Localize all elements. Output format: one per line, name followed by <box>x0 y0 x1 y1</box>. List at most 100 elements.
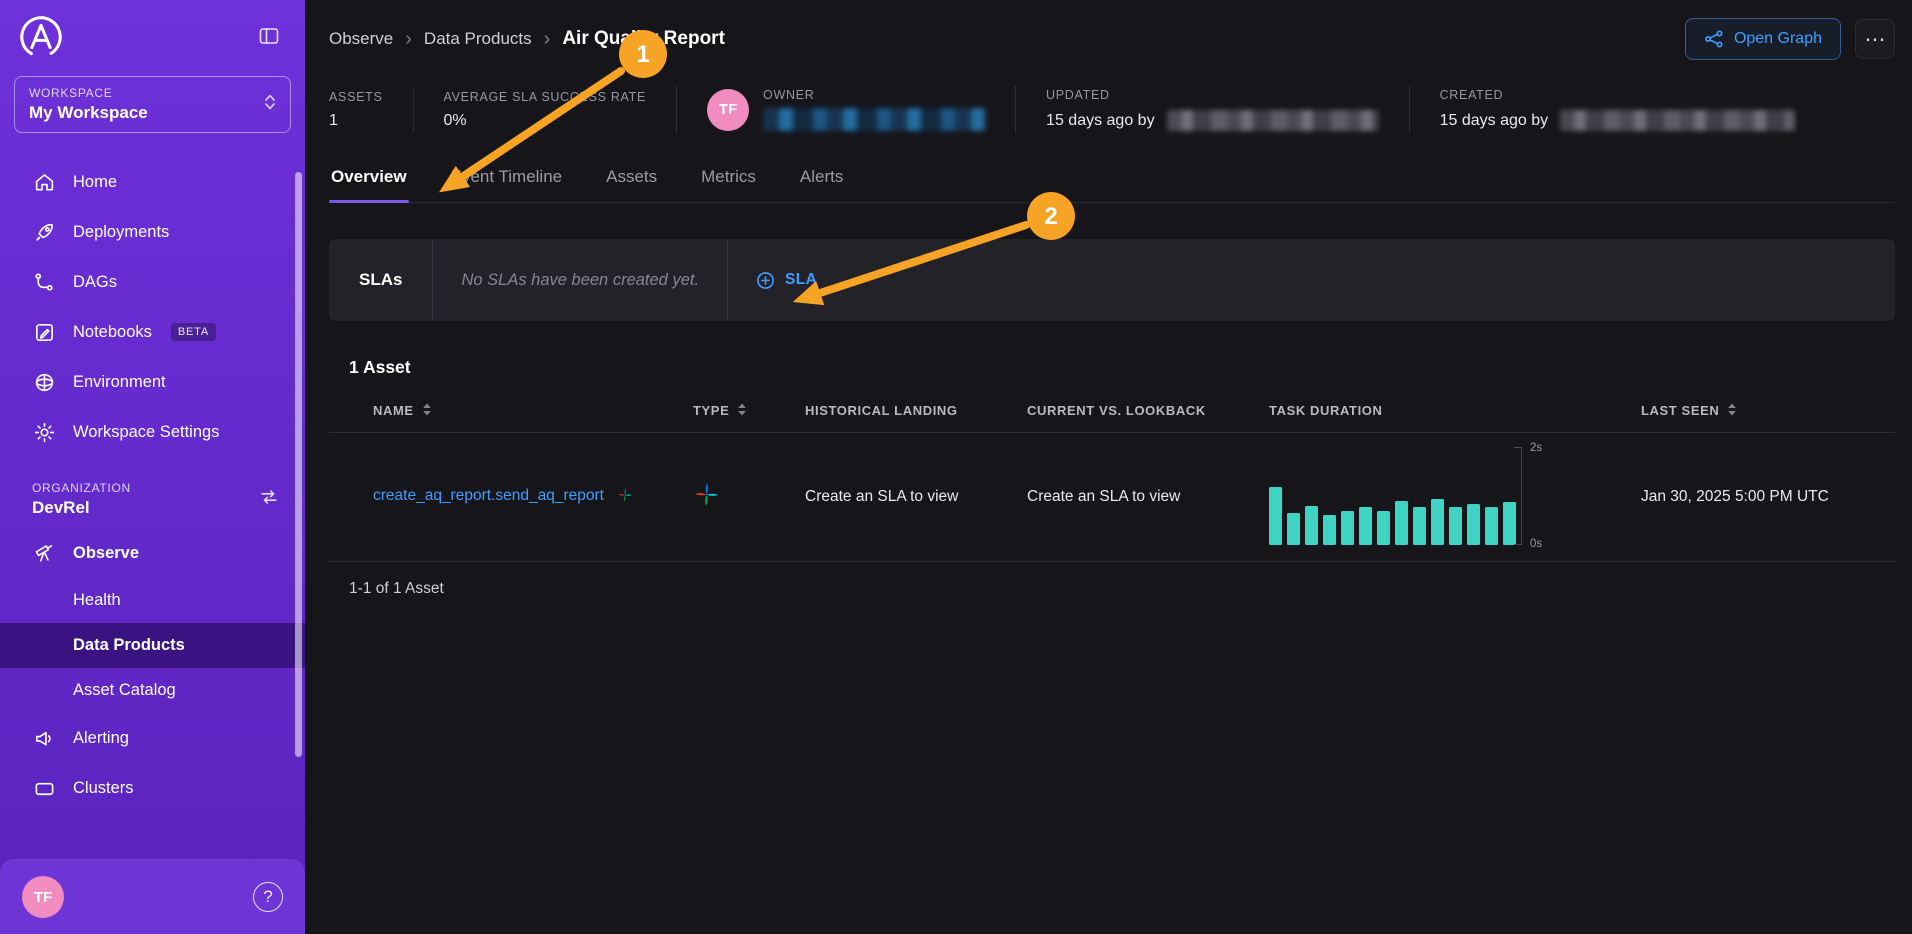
tab-event-timeline[interactable]: Event Timeline <box>449 155 565 202</box>
pagination-summary: 1-1 of 1 Asset <box>349 580 1895 598</box>
sort-icon <box>1726 402 1738 417</box>
duration-bar <box>1269 487 1282 545</box>
historical-landing-cell: Create an SLA to view <box>793 433 1015 562</box>
sidebar-item-label: Deployments <box>73 223 169 242</box>
tab-assets[interactable]: Assets <box>604 155 659 202</box>
sidebar-scrollbar[interactable] <box>295 172 302 757</box>
duration-bar <box>1287 513 1300 545</box>
column-header-task-duration: TASK DURATION <box>1257 390 1629 433</box>
switch-organization-icon[interactable] <box>259 487 279 512</box>
organization-name: DevRel <box>32 498 131 518</box>
more-menu-button[interactable]: ⋯ <box>1855 19 1895 59</box>
tab-metrics[interactable]: Metrics <box>699 155 758 202</box>
workspace-nav: Home Deployments DAGs Notebooks BETA <box>0 157 305 457</box>
telescope-icon <box>32 541 56 565</box>
sidebar-item-home[interactable]: Home <box>0 157 305 207</box>
owner-name-redacted <box>763 108 985 131</box>
sidebar-item-label: Home <box>73 173 117 192</box>
created-by-redacted <box>1560 110 1795 131</box>
chart-y-min-label: 0s <box>1530 538 1542 550</box>
sidebar-item-health[interactable]: Health <box>0 578 305 623</box>
organization-selector[interactable]: ORGANIZATION DevRel <box>0 473 305 526</box>
stat-owner: TF OWNER <box>676 86 1015 133</box>
app-root: WORKSPACE My Workspace Home Deployments <box>0 0 1912 934</box>
collapse-sidebar-button[interactable] <box>253 20 285 55</box>
sidebar-item-clusters[interactable]: Clusters <box>0 763 305 813</box>
chevron-updown-icon <box>264 92 276 117</box>
sidebar-item-label: Alerting <box>73 729 129 748</box>
asset-link[interactable]: create_aq_report.send_aq_report <box>373 487 604 504</box>
duration-bar <box>1341 511 1354 545</box>
sidebar-item-label: Health <box>73 591 121 610</box>
owner-avatar: TF <box>707 89 749 131</box>
sidebar: WORKSPACE My Workspace Home Deployments <box>0 0 305 934</box>
top-bar: Observe Data Products Air Quality Report… <box>329 18 1895 60</box>
sidebar-item-label: Asset Catalog <box>73 681 176 700</box>
breadcrumb-data-products[interactable]: Data Products <box>424 29 532 49</box>
gear-icon <box>32 420 56 444</box>
stat-sla-success-rate: AVERAGE SLA SUCCESS RATE 0% <box>413 88 677 132</box>
top-actions: Open Graph ⋯ <box>1685 18 1895 60</box>
task-duration-bars <box>1269 448 1516 545</box>
megaphone-icon <box>32 726 56 750</box>
sla-panel-title: SLAs <box>329 239 432 321</box>
tab-alerts[interactable]: Alerts <box>798 155 845 202</box>
add-sla-button[interactable]: SLA <box>728 239 845 321</box>
duration-bar <box>1449 507 1462 545</box>
sidebar-item-label: DAGs <box>73 273 117 292</box>
duration-bar <box>1359 507 1372 545</box>
sla-empty-message: No SLAs have been created yet. <box>433 239 727 321</box>
stat-created: CREATED 15 days ago by <box>1409 86 1826 133</box>
sidebar-item-data-products[interactable]: Data Products <box>0 623 305 668</box>
duration-bar <box>1503 502 1516 545</box>
sidebar-item-deployments[interactable]: Deployments <box>0 207 305 257</box>
open-graph-button[interactable]: Open Graph <box>1685 18 1841 60</box>
duration-bar <box>1323 515 1336 545</box>
column-header-type[interactable]: TYPE <box>681 390 793 433</box>
sidebar-item-dags[interactable]: DAGs <box>0 257 305 307</box>
chart-y-axis <box>1521 447 1522 545</box>
tab-overview[interactable]: Overview <box>329 155 409 202</box>
chart-tick <box>1514 544 1521 545</box>
duration-bar <box>1485 507 1498 545</box>
duration-bar <box>1377 511 1390 545</box>
breadcrumb-observe[interactable]: Observe <box>329 29 393 49</box>
sidebar-item-workspace-settings[interactable]: Workspace Settings <box>0 407 305 457</box>
airflow-mini-icon <box>617 487 633 508</box>
sidebar-item-alerting[interactable]: Alerting <box>0 713 305 763</box>
user-avatar[interactable]: TF <box>22 876 64 918</box>
table-header-row: NAME TYPE HISTORICAL LANDING CURRENT VS.… <box>329 390 1895 433</box>
workspace-label: WORKSPACE <box>29 86 148 100</box>
duration-bar <box>1413 507 1426 545</box>
column-header-name[interactable]: NAME <box>329 390 681 433</box>
astronomer-logo[interactable] <box>16 12 66 62</box>
breadcrumb-separator-icon <box>405 28 412 51</box>
duration-bar <box>1395 501 1408 545</box>
globe-icon <box>32 370 56 394</box>
page-title: Air Quality Report <box>562 28 725 50</box>
column-header-current-vs-lookback: CURRENT VS. LOOKBACK <box>1015 390 1257 433</box>
help-button[interactable]: ? <box>253 882 283 912</box>
cluster-icon <box>32 776 56 800</box>
last-seen-cell: Jan 30, 2025 5:00 PM UTC <box>1629 433 1895 562</box>
organization-nav: Observe Health Data Products Asset Catal… <box>0 528 305 813</box>
plus-circle-icon <box>756 271 775 290</box>
asset-row: create_aq_report.send_aq_report <box>329 433 1895 562</box>
assets-table: NAME TYPE HISTORICAL LANDING CURRENT VS.… <box>329 390 1895 562</box>
workspace-selector[interactable]: WORKSPACE My Workspace <box>14 76 291 133</box>
sidebar-item-observe[interactable]: Observe <box>0 528 305 578</box>
sidebar-item-asset-catalog[interactable]: Asset Catalog <box>0 668 305 713</box>
main-content: Observe Data Products Air Quality Report… <box>305 0 1912 934</box>
organization-label: ORGANIZATION <box>32 481 131 495</box>
sidebar-item-label: Data Products <box>73 636 185 655</box>
sidebar-item-notebooks[interactable]: Notebooks BETA <box>0 307 305 357</box>
column-header-last-seen[interactable]: LAST SEEN <box>1629 390 1895 433</box>
beta-badge: BETA <box>171 323 216 341</box>
sidebar-item-environment[interactable]: Environment <box>0 357 305 407</box>
graph-icon <box>1704 29 1724 49</box>
sidebar-item-label: Observe <box>73 544 139 563</box>
breadcrumb: Observe Data Products Air Quality Report <box>329 28 725 51</box>
sidebar-item-label: Clusters <box>73 779 134 798</box>
assets-section: 1 Asset NAME TYPE HISTORICAL LANDING CUR… <box>329 357 1895 598</box>
sort-icon <box>421 402 433 417</box>
